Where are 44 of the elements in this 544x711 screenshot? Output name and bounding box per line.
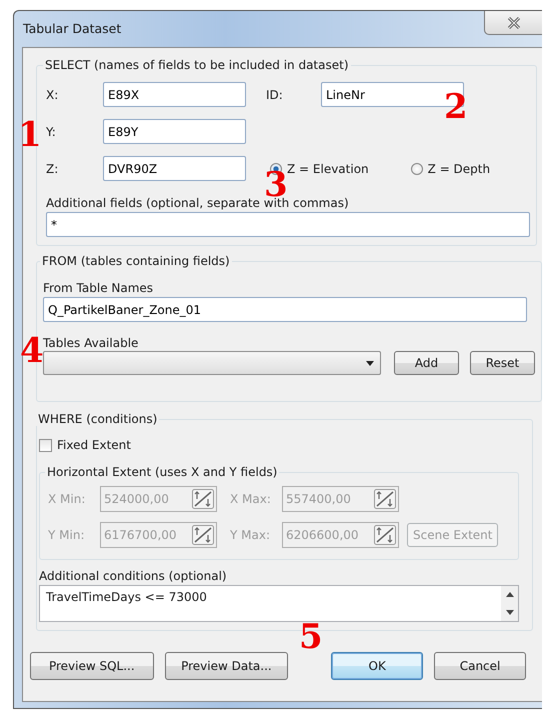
field-label: Additional fields (optional, separate with commas) — [46, 196, 350, 210]
dialog-button[interactable]: Reset — [470, 351, 535, 375]
close-icon — [506, 16, 522, 30]
scroll-up-icon[interactable] — [506, 592, 514, 598]
conditions-field[interactable]: TravelTimeDays <= 73000 — [39, 585, 519, 622]
field-label: Z: — [46, 162, 60, 176]
scrollbar[interactable] — [501, 586, 518, 621]
radio-button[interactable] — [410, 162, 423, 174]
checkbox-label: Fixed Extent — [57, 438, 131, 452]
dialog-button[interactable]: Preview Data... — [164, 652, 288, 680]
dialog-button[interactable]: Add — [394, 351, 459, 375]
field-label: Y: — [46, 124, 57, 138]
radio-label: Z = Depth — [428, 162, 490, 176]
annotation-number: 4 — [20, 337, 44, 366]
group-legend: Horizontal Extent (uses X and Y fields) — [45, 465, 280, 479]
close-button[interactable] — [484, 11, 542, 35]
input-field[interactable]: DVR90Z — [103, 156, 246, 181]
input-field[interactable]: * — [46, 212, 530, 237]
dialog-button[interactable]: Preview SQL... — [30, 652, 154, 680]
input-field[interactable]: Q_PartikelBaner_Zone_01 — [43, 297, 527, 322]
group-legend: SELECT (names of fields to be included in dataset) — [43, 58, 350, 72]
tables-dropdown[interactable] — [43, 351, 381, 375]
field-label: From Table Names — [43, 281, 154, 295]
field-label: Tables Available — [43, 336, 140, 350]
dialog-button[interactable]: OK — [331, 652, 424, 680]
checkbox[interactable] — [39, 438, 52, 452]
annotation-number: 1 — [18, 121, 42, 150]
input-field[interactable]: E89Y — [103, 119, 246, 144]
field-label: X Max: — [230, 492, 272, 506]
dialog-button[interactable]: Cancel — [434, 652, 526, 680]
field-label: X: — [46, 88, 60, 102]
input-field[interactable]: E89X — [103, 82, 246, 107]
radio-label: Z = Elevation — [287, 162, 369, 176]
window-title: Tabular Dataset — [23, 20, 122, 36]
field-label: Additional conditions (optional) — [39, 569, 228, 583]
annotation-number: 5 — [299, 623, 323, 652]
field-label: ID: — [266, 88, 284, 102]
group-legend: FROM (tables containing fields) — [40, 254, 232, 268]
group-legend: WHERE (conditions) — [36, 412, 160, 426]
field-label: Y Max: — [230, 528, 271, 542]
field-label: Y Min: — [48, 528, 86, 542]
scroll-down-icon[interactable] — [506, 610, 514, 615]
field-label: X Min: — [48, 492, 86, 506]
dropdown-arrow-icon — [366, 360, 374, 366]
